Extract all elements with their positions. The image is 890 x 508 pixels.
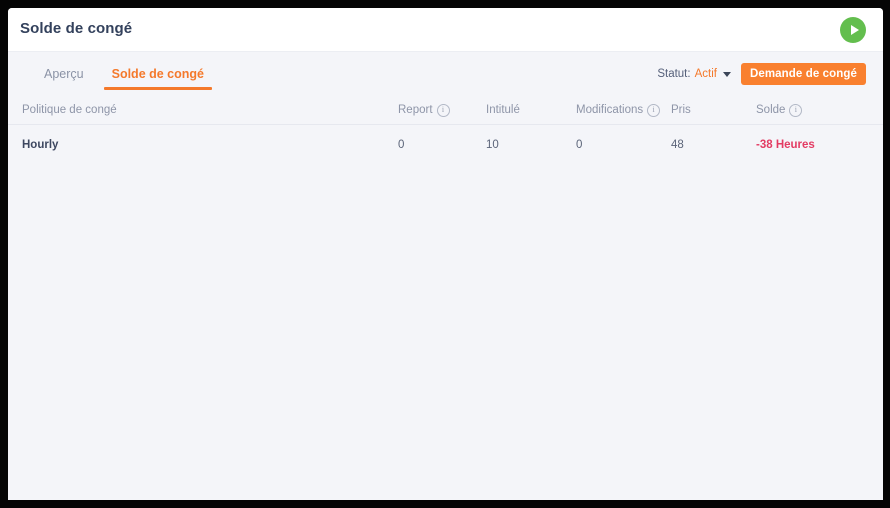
demande-de-conge-button[interactable]: Demande de congé (740, 63, 866, 85)
status-filter-label: Statut: (657, 68, 691, 80)
page-header: Solde de congé (8, 8, 883, 52)
cell-report: 0 (398, 139, 405, 151)
tab-solde-de-conge-label: Solde de congé (111, 67, 204, 81)
play-icon-button[interactable] (840, 17, 866, 43)
leave-balance-table: Politique de congé Report Intitulé Modif… (8, 96, 883, 485)
column-header-politique-de-conge-label: Politique de congé (22, 104, 117, 116)
info-icon-modifications[interactable] (647, 103, 661, 117)
info-icon-report[interactable] (436, 103, 450, 117)
column-header-report-label: Report (398, 104, 433, 116)
chevron-down-icon (722, 71, 731, 77)
tab-solde-de-conge[interactable]: Solde de congé (98, 52, 218, 96)
column-header-modifications-label: Modifications (576, 104, 644, 116)
solde-value: -38 Heures (756, 139, 815, 151)
tab-list: Aperçu Solde de congé (30, 52, 218, 96)
cell-pris: 48 (671, 139, 684, 151)
tab-bar-controls: Statut: Actif Demande de congé (657, 52, 866, 96)
status-filter-value: Actif (694, 68, 717, 80)
play-icon (850, 25, 859, 35)
tab-bar: Aperçu Solde de congé Statut: Actif Dema… (8, 52, 883, 96)
cell-politique-de-conge: Hourly (22, 139, 398, 151)
column-header-report: Report (398, 103, 486, 117)
cell-intitule: 10 (486, 139, 499, 151)
column-header-modifications: Modifications (576, 103, 671, 117)
column-header-solde: Solde (756, 103, 866, 117)
screen-frame: Solde de congé Aperçu Solde de congé Sta… (0, 0, 890, 508)
table-header-row: Politique de congé Report Intitulé Modif… (8, 96, 883, 125)
table-empty-area (8, 165, 883, 485)
tab-apercu[interactable]: Aperçu (30, 52, 98, 96)
column-header-intitule: Intitulé (486, 104, 576, 116)
column-header-pris-label: Pris (671, 104, 691, 116)
app-window: Solde de congé Aperçu Solde de congé Sta… (8, 8, 883, 500)
tab-apercu-label: Aperçu (44, 67, 84, 81)
page-title: Solde de congé (20, 20, 133, 37)
table-row[interactable]: Hourly 0 10 0 48 -38 Heures (8, 125, 883, 165)
policy-name: Hourly (22, 139, 59, 151)
cell-solde: -38 Heures (756, 139, 866, 151)
info-icon-solde[interactable] (789, 103, 803, 117)
column-header-solde-label: Solde (756, 104, 786, 116)
cell-modifications: 0 (576, 139, 583, 151)
column-header-intitule-label: Intitulé (486, 104, 520, 116)
column-header-pris: Pris (671, 104, 756, 116)
column-header-politique-de-conge: Politique de congé (22, 104, 398, 116)
status-filter-dropdown[interactable]: Statut: Actif (657, 68, 731, 80)
